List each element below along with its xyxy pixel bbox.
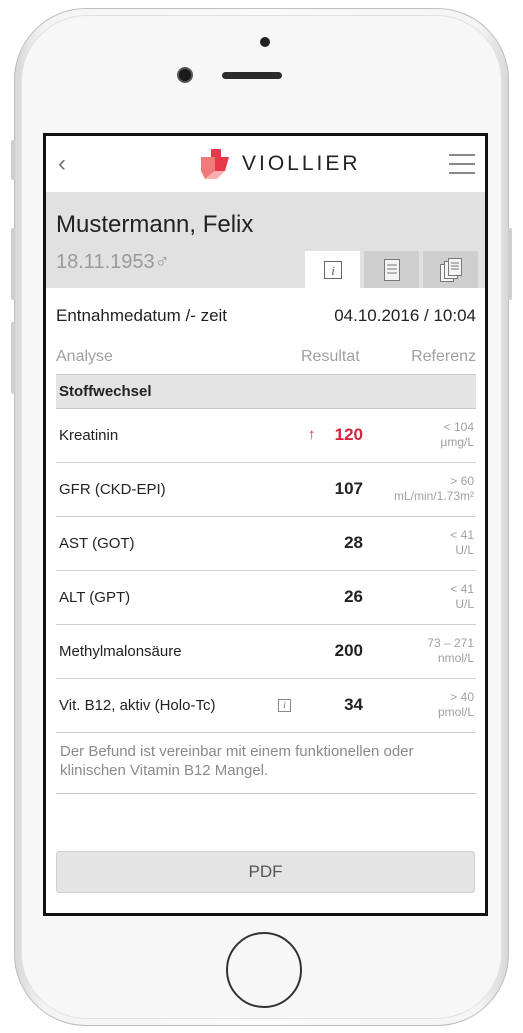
hamburger-menu-icon[interactable] — [449, 154, 475, 174]
top-navbar: ‹ VIOLLIER — [46, 136, 485, 193]
reference-range: > 40 — [450, 690, 474, 704]
result-value: 28 — [344, 533, 363, 552]
tab-info[interactable]: i — [305, 251, 360, 288]
result-name: AST (GOT) — [59, 535, 135, 552]
tab-documents[interactable] — [423, 251, 478, 288]
reference-unit: mL/min/1.73m² — [393, 489, 474, 503]
result-row-vit-b12[interactable]: Vit. B12, aktiv (Holo-Tc) i 34 > 40 pmol… — [56, 679, 476, 733]
reference-unit: nmol/L — [437, 651, 474, 665]
result-row-gfr[interactable]: GFR (CKD-EPI) 107 > 60 mL/min/1.73m² — [56, 463, 476, 517]
result-row-ast[interactable]: AST (GOT) 28 < 41 U/L — [56, 517, 476, 571]
info-icon[interactable]: i — [278, 699, 291, 712]
column-result: Resultat — [301, 348, 360, 365]
result-value: 200 — [334, 641, 363, 660]
home-button[interactable] — [226, 932, 302, 1008]
viollier-logo: VIOLLIER — [201, 149, 361, 179]
column-reference: Referenz — [411, 348, 476, 365]
column-analysis: Analyse — [56, 348, 113, 365]
brand-name: VIOLLIER — [242, 152, 361, 175]
power-button — [508, 228, 512, 300]
section-header: Stoffwechsel — [56, 374, 476, 409]
reference-range: > 60 — [450, 474, 474, 488]
patient-header: Mustermann, Felix 18.11.1953♂ i — [46, 193, 485, 288]
sensor-dot — [260, 37, 270, 47]
sample-datetime-label: Entnahmedatum /- zeit — [56, 306, 228, 325]
pdf-button[interactable]: PDF — [56, 851, 475, 893]
result-name: Methylmalonsäure — [59, 643, 182, 660]
reference-range: < 41 — [450, 528, 474, 542]
result-value: 34 — [344, 695, 363, 714]
sample-datetime-row: Entnahmedatum /- zeit 04.10.2016 / 10:04 — [56, 306, 476, 326]
result-row-kreatinin[interactable]: Kreatinin ↑ 120 < 104 µmg/L — [56, 409, 476, 463]
sample-datetime-value: 04.10.2016 / 10:04 — [334, 306, 476, 325]
gender-male-icon: ♂ — [154, 251, 170, 273]
result-name: Vit. B12, aktiv (Holo-Tc) — [59, 697, 216, 714]
reference-range: < 41 — [450, 582, 474, 596]
result-name: Kreatinin — [59, 427, 119, 444]
findings-note: Der Befund ist vereinbar mit einem funkt… — [56, 742, 476, 794]
results-column-header: Analyse Resultat Referenz — [56, 348, 476, 366]
tab-document[interactable] — [364, 251, 419, 288]
dob-value: 18.11.1953 — [56, 251, 155, 273]
front-camera — [177, 67, 193, 83]
result-name: ALT (GPT) — [59, 589, 131, 606]
reference-unit: µmg/L — [440, 435, 474, 449]
result-name: GFR (CKD-EPI) — [59, 481, 166, 498]
result-value: 26 — [344, 587, 363, 606]
volume-up-button — [11, 228, 15, 300]
result-row-methylmalonsaeure[interactable]: Methylmalonsäure 200 73 – 271 nmol/L — [56, 625, 476, 679]
result-value: 107 — [334, 479, 363, 498]
documents-icon — [439, 257, 462, 282]
info-icon: i — [323, 260, 342, 279]
reference-unit: pmol/L — [437, 705, 474, 719]
section-title: Stoffwechsel — [59, 383, 152, 400]
svg-text:i: i — [331, 263, 335, 278]
result-row-alt[interactable]: ALT (GPT) 26 < 41 U/L — [56, 571, 476, 625]
side-button — [11, 140, 15, 180]
patient-name: Mustermann, Felix — [56, 211, 254, 238]
app-screen: ‹ VIOLLIER Mustermann, Felix 18.11.1953♂… — [43, 133, 488, 916]
document-icon — [383, 258, 400, 281]
volume-down-button — [11, 322, 15, 394]
logo-mark-icon — [201, 149, 235, 179]
patient-dob: 18.11.1953♂ — [56, 251, 170, 274]
earpiece-speaker — [222, 72, 282, 79]
result-value: 120 — [334, 425, 363, 444]
reference-unit: U/L — [455, 597, 474, 611]
reference-range: < 104 — [443, 420, 474, 434]
reference-unit: U/L — [455, 543, 474, 557]
reference-range: 73 – 271 — [427, 636, 474, 650]
back-chevron-icon[interactable]: ‹ — [58, 152, 72, 176]
high-arrow-up-icon: ↑ — [308, 426, 316, 443]
